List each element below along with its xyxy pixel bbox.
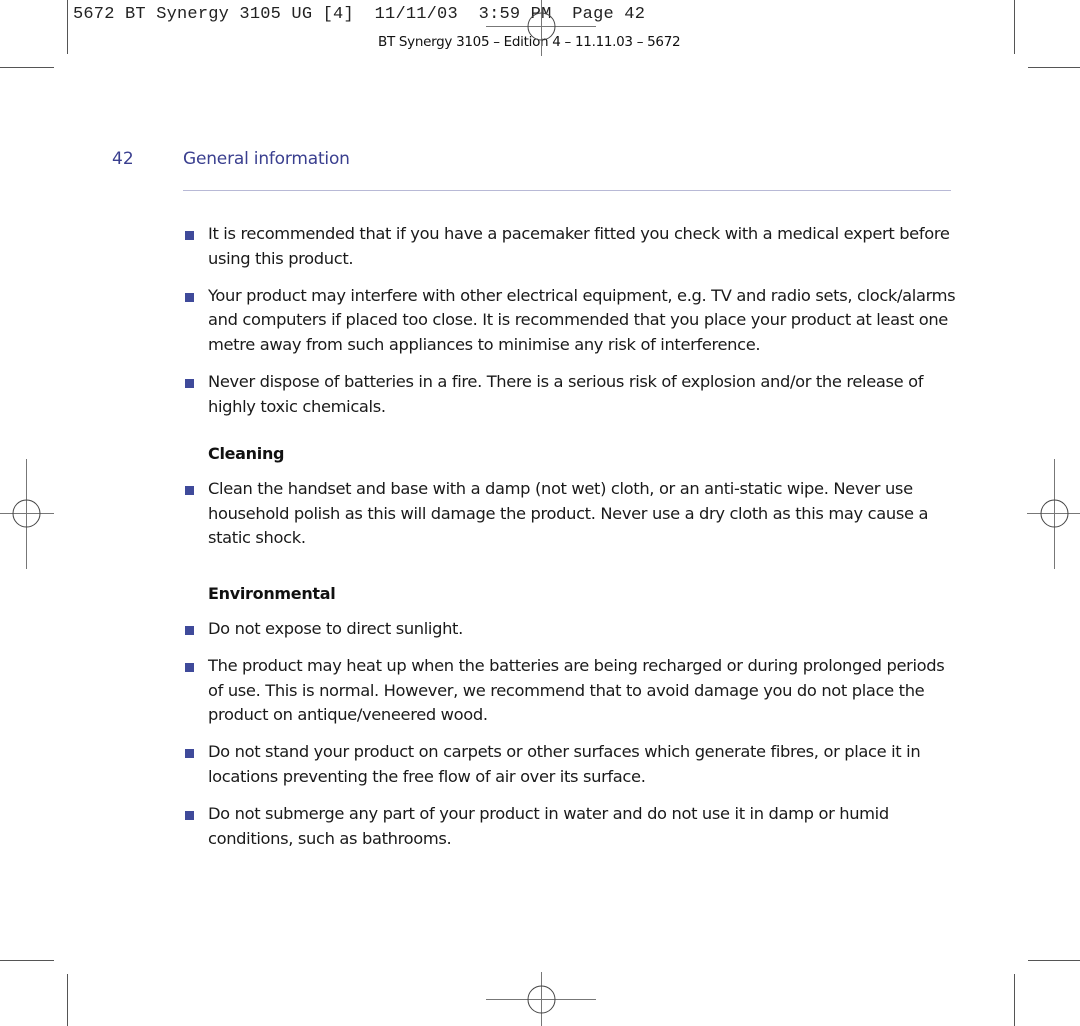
list-item-text: Do not expose to direct sunlight. [208, 618, 463, 638]
header-rule [183, 190, 951, 191]
page-number: 42 [112, 149, 134, 169]
page-content: It is recommended that if you have a pac… [184, 222, 964, 864]
list-item: Do not expose to direct sunlight. [184, 617, 964, 642]
registration-mark-icon [486, 972, 596, 1026]
crop-mark [1028, 67, 1080, 68]
bullet-square-icon [185, 486, 194, 496]
bullet-square-icon [185, 231, 194, 240]
list-item: Your product may interfere with other el… [184, 284, 964, 358]
environmental-heading: Environmental [208, 583, 336, 603]
crop-mark [1028, 960, 1080, 961]
crop-mark [67, 0, 68, 54]
bullet-square-icon [185, 292, 194, 302]
list-item-text: Do not stand your product on carpets or … [208, 742, 921, 786]
crop-mark [67, 974, 68, 1026]
list-item: Do not stand your product on carpets or … [184, 740, 964, 789]
list-item: The product may heat up when the batteri… [184, 654, 964, 728]
list-item-text: The product may heat up when the batteri… [208, 656, 945, 725]
list-item: Never dispose of batteries in a fire. Th… [184, 370, 964, 419]
crop-mark [1014, 0, 1015, 54]
list-item-text: It is recommended that if you have a pac… [208, 224, 950, 268]
registration-mark-icon [0, 459, 54, 569]
cleaning-heading: Cleaning [208, 444, 285, 464]
crop-mark [1014, 974, 1015, 1026]
list-item-text: Never dispose of batteries in a fire. Th… [208, 371, 924, 416]
registration-mark-icon [1027, 459, 1080, 569]
bullet-square-icon [185, 663, 194, 673]
list-item-text: Clean the handset and base with a damp (… [208, 479, 929, 548]
bullet-square-icon [185, 378, 194, 388]
list-item: Clean the handset and base with a damp (… [184, 477, 964, 551]
list-item: It is recommended that if you have a pac… [184, 222, 964, 271]
crop-mark [0, 960, 54, 961]
list-item-text: Your product may interfere with other el… [208, 285, 956, 354]
list-item-text: Do not submerge any part of your product… [208, 804, 889, 848]
bullet-square-icon [185, 749, 194, 759]
bullet-square-icon [185, 625, 194, 635]
crop-mark [0, 67, 54, 68]
bullet-square-icon [185, 811, 194, 820]
section-title: General information [183, 149, 350, 169]
list-item: Do not submerge any part of your product… [184, 802, 964, 851]
registration-mark-icon [486, 0, 596, 56]
